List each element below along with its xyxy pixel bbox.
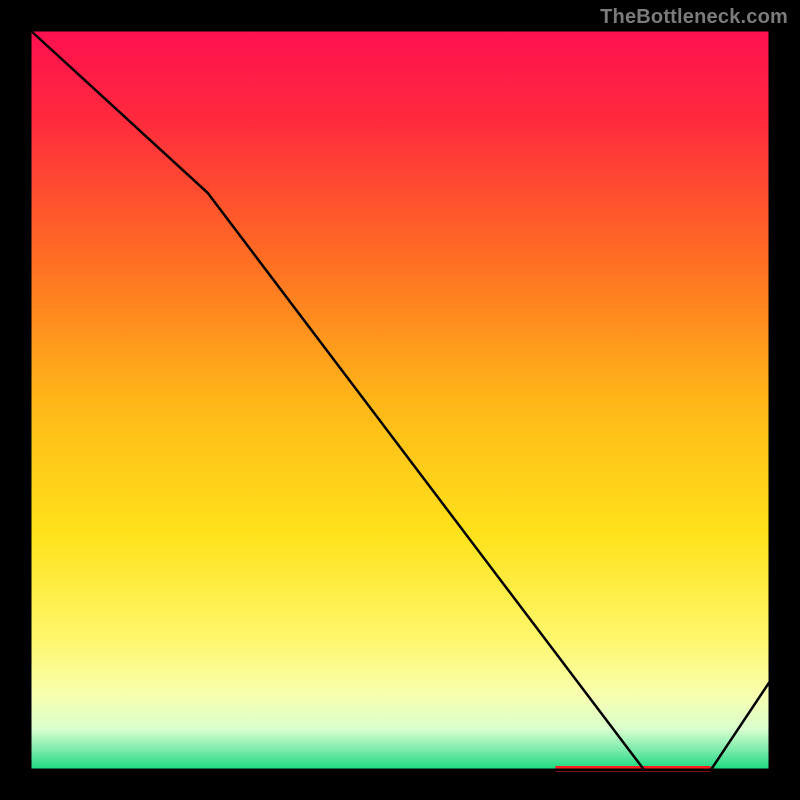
chart-frame: TheBottleneck.com [0, 0, 800, 800]
watermark-label: TheBottleneck.com [600, 6, 788, 29]
bottleneck-chart [0, 0, 800, 800]
gradient-background [30, 30, 770, 770]
